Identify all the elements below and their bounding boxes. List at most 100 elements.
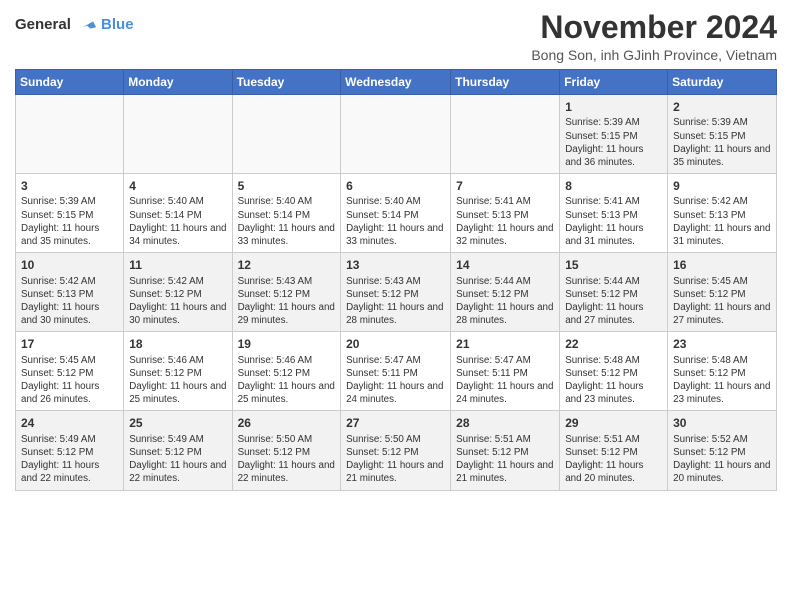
day-number: 14 [456, 257, 554, 273]
day-number: 30 [673, 415, 771, 431]
calendar-header: SundayMondayTuesdayWednesdayThursdayFrid… [16, 70, 777, 95]
page-container: General Blue November 2024 Bong Son, inh… [0, 0, 792, 496]
day-info: Sunrise: 5:51 AMSunset: 5:12 PMDaylight:… [565, 433, 662, 486]
day-info: Sunrise: 5:48 AMSunset: 5:12 PMDaylight:… [673, 354, 771, 407]
calendar-day-cell: 5Sunrise: 5:40 AMSunset: 5:14 PMDaylight… [232, 174, 341, 253]
day-info: Sunrise: 5:39 AMSunset: 5:15 PMDaylight:… [21, 195, 118, 248]
calendar-week-row: 17 Sunrise: 5:45 AMSunset: 5:12 PMDayligh… [16, 332, 777, 411]
day-number: 12 [238, 257, 336, 273]
day-number: 10 [21, 257, 118, 273]
day-info: Sunrise: 5:39 AMSunset: 5:15 PMDaylight:… [673, 116, 771, 169]
day-info: Sunrise: 5:44 AMSunset: 5:12 PMDaylight:… [456, 275, 554, 328]
day-info: Sunrise: 5:41 AMSunset: 5:13 PMDaylight:… [456, 195, 554, 248]
calendar-day-cell: 14 Sunrise: 5:44 AMSunset: 5:12 PMDayligh… [451, 253, 560, 332]
calendar-day-cell [16, 95, 124, 174]
day-number: 5 [238, 178, 336, 194]
calendar-day-cell [124, 95, 232, 174]
day-number: 7 [456, 178, 554, 194]
day-number: 23 [673, 336, 771, 352]
day-number: 13 [346, 257, 445, 273]
day-number: 21 [456, 336, 554, 352]
weekday-saturday: Saturday [668, 70, 777, 95]
calendar-day-cell: 23 Sunrise: 5:48 AMSunset: 5:12 PMDayligh… [668, 332, 777, 411]
day-number: 24 [21, 415, 118, 431]
calendar-day-cell: 26Sunrise: 5:50 AMSunset: 5:12 PMDayligh… [232, 411, 341, 490]
calendar-day-cell: 8Sunrise: 5:41 AMSunset: 5:13 PMDaylight… [560, 174, 668, 253]
day-info: Sunrise: 5:40 AMSunset: 5:14 PMDaylight:… [346, 195, 445, 248]
calendar-table: SundayMondayTuesdayWednesdayThursdayFrid… [15, 69, 777, 490]
header: General Blue November 2024 Bong Son, inh… [15, 10, 777, 63]
day-number: 20 [346, 336, 445, 352]
day-info: Sunrise: 5:45 AMSunset: 5:12 PMDaylight:… [673, 275, 771, 328]
day-number: 8 [565, 178, 662, 194]
calendar-day-cell: 29 Sunrise: 5:51 AMSunset: 5:12 PMDayligh… [560, 411, 668, 490]
day-number: 4 [129, 178, 226, 194]
day-info: Sunrise: 5:47 AMSunset: 5:11 PMDaylight:… [456, 354, 554, 407]
day-info: Sunrise: 5:52 AMSunset: 5:12 PMDaylight:… [673, 433, 771, 486]
day-number: 17 [21, 336, 118, 352]
weekday-sunday: Sunday [16, 70, 124, 95]
page-title: November 2024 [531, 10, 777, 45]
weekday-friday: Friday [560, 70, 668, 95]
day-info: Sunrise: 5:47 AMSunset: 5:11 PMDaylight:… [346, 354, 445, 407]
calendar-day-cell: 6Sunrise: 5:40 AMSunset: 5:14 PMDaylight… [341, 174, 451, 253]
day-number: 28 [456, 415, 554, 431]
day-number: 9 [673, 178, 771, 194]
calendar-day-cell: 11 Sunrise: 5:42 AMSunset: 5:12 PMDayligh… [124, 253, 232, 332]
logo-bird-icon [77, 14, 99, 36]
calendar-day-cell [232, 95, 341, 174]
calendar-day-cell [451, 95, 560, 174]
calendar-week-row: 1Sunrise: 5:39 AMSunset: 5:15 PMDaylight… [16, 95, 777, 174]
calendar-week-row: 10Sunrise: 5:42 AMSunset: 5:13 PMDayligh… [16, 253, 777, 332]
calendar-day-cell: 20 Sunrise: 5:47 AMSunset: 5:11 PMDayligh… [341, 332, 451, 411]
day-number: 29 [565, 415, 662, 431]
day-number: 15 [565, 257, 662, 273]
calendar-day-cell: 19 Sunrise: 5:46 AMSunset: 5:12 PMDayligh… [232, 332, 341, 411]
calendar-day-cell: 21 Sunrise: 5:47 AMSunset: 5:11 PMDayligh… [451, 332, 560, 411]
day-info: Sunrise: 5:49 AMSunset: 5:12 PMDaylight:… [21, 433, 118, 486]
title-block: November 2024 Bong Son, inh GJinh Provin… [531, 10, 777, 63]
day-info: Sunrise: 5:40 AMSunset: 5:14 PMDaylight:… [129, 195, 226, 248]
weekday-tuesday: Tuesday [232, 70, 341, 95]
logo-line1: General [15, 16, 71, 33]
day-number: 11 [129, 257, 226, 273]
day-number: 3 [21, 178, 118, 194]
day-info: Sunrise: 5:43 AMSunset: 5:12 PMDaylight:… [238, 275, 336, 328]
day-number: 16 [673, 257, 771, 273]
calendar-week-row: 3Sunrise: 5:39 AMSunset: 5:15 PMDaylight… [16, 174, 777, 253]
logo-line2: Blue [101, 17, 134, 34]
calendar-day-cell: 2Sunrise: 5:39 AMSunset: 5:15 PMDaylight… [668, 95, 777, 174]
day-number: 27 [346, 415, 445, 431]
weekday-header-row: SundayMondayTuesdayWednesdayThursdayFrid… [16, 70, 777, 95]
day-info: Sunrise: 5:42 AMSunset: 5:12 PMDaylight:… [129, 275, 226, 328]
calendar-day-cell: 17 Sunrise: 5:45 AMSunset: 5:12 PMDayligh… [16, 332, 124, 411]
calendar-day-cell: 16 Sunrise: 5:45 AMSunset: 5:12 PMDayligh… [668, 253, 777, 332]
day-info: Sunrise: 5:43 AMSunset: 5:12 PMDaylight:… [346, 275, 445, 328]
day-info: Sunrise: 5:45 AMSunset: 5:12 PMDaylight:… [21, 354, 118, 407]
logo: General Blue [15, 14, 134, 36]
day-number: 6 [346, 178, 445, 194]
calendar-day-cell: 13 Sunrise: 5:43 AMSunset: 5:12 PMDayligh… [341, 253, 451, 332]
day-info: Sunrise: 5:51 AMSunset: 5:12 PMDaylight:… [456, 433, 554, 486]
calendar-day-cell: 24 Sunrise: 5:49 AMSunset: 5:12 PMDayligh… [16, 411, 124, 490]
day-number: 19 [238, 336, 336, 352]
calendar-day-cell: 30 Sunrise: 5:52 AMSunset: 5:12 PMDayligh… [668, 411, 777, 490]
weekday-thursday: Thursday [451, 70, 560, 95]
calendar-day-cell: 15Sunrise: 5:44 AMSunset: 5:12 PMDayligh… [560, 253, 668, 332]
calendar-week-row: 24 Sunrise: 5:49 AMSunset: 5:12 PMDayligh… [16, 411, 777, 490]
calendar-day-cell: 28 Sunrise: 5:51 AMSunset: 5:12 PMDayligh… [451, 411, 560, 490]
day-info: Sunrise: 5:46 AMSunset: 5:12 PMDaylight:… [238, 354, 336, 407]
calendar-body: 1Sunrise: 5:39 AMSunset: 5:15 PMDaylight… [16, 95, 777, 490]
weekday-monday: Monday [124, 70, 232, 95]
calendar-day-cell [341, 95, 451, 174]
day-info: Sunrise: 5:49 AMSunset: 5:12 PMDaylight:… [129, 433, 226, 486]
day-info: Sunrise: 5:42 AMSunset: 5:13 PMDaylight:… [673, 195, 771, 248]
day-info: Sunrise: 5:41 AMSunset: 5:13 PMDaylight:… [565, 195, 662, 248]
calendar-day-cell: 4Sunrise: 5:40 AMSunset: 5:14 PMDaylight… [124, 174, 232, 253]
day-info: Sunrise: 5:48 AMSunset: 5:12 PMDaylight:… [565, 354, 662, 407]
day-number: 2 [673, 99, 771, 115]
day-info: Sunrise: 5:46 AMSunset: 5:12 PMDaylight:… [129, 354, 226, 407]
day-number: 26 [238, 415, 336, 431]
calendar-day-cell: 9Sunrise: 5:42 AMSunset: 5:13 PMDaylight… [668, 174, 777, 253]
calendar-day-cell: 3Sunrise: 5:39 AMSunset: 5:15 PMDaylight… [16, 174, 124, 253]
